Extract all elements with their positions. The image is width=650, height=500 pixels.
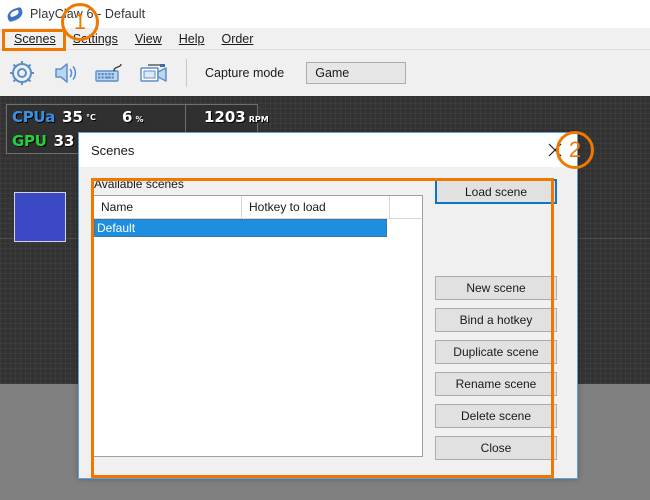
toolbar-divider: [186, 59, 187, 87]
listview-header: Name Hotkey to load: [94, 196, 422, 219]
stats-row-cpu: CPUa 35 °C 6 % 1203 RPM: [7, 105, 269, 129]
cpu-temp-value: 35: [62, 108, 83, 126]
menu-item-order[interactable]: Order: [213, 30, 262, 48]
column-header-name[interactable]: Name: [94, 196, 242, 218]
capture-mode-value: Game: [315, 66, 350, 80]
menu-item-help[interactable]: Help: [171, 30, 214, 48]
available-scenes-group: Available scenes Name Hotkey to load Def…: [93, 177, 423, 457]
cpu-temp-unit: °C: [85, 112, 96, 122]
menu-scenes-label: Scenes: [14, 31, 56, 46]
stats-divider: [185, 105, 186, 129]
column-header-filler: [390, 196, 422, 218]
menu-settings-label: Settings: [72, 31, 118, 46]
available-scenes-label: Available scenes: [94, 177, 188, 191]
bind-hotkey-button[interactable]: Bind a hotkey: [435, 308, 557, 332]
menu-item-settings[interactable]: Settings: [65, 30, 127, 48]
dialog-titlebar: Scenes: [79, 133, 577, 167]
scenes-dialog: Scenes Available scenes Name Hotkey to l…: [78, 132, 578, 479]
window-title: PlayClaw 6 - Default: [30, 7, 146, 21]
load-scene-button[interactable]: Load scene: [435, 179, 557, 204]
overlay-blue-widget[interactable]: [14, 192, 66, 242]
cpu-load-unit: %: [135, 115, 144, 124]
close-button[interactable]: Close: [435, 436, 557, 460]
toolbar: Capture mode Game: [0, 50, 650, 96]
video-camera-icon[interactable]: [132, 53, 176, 93]
app-root: PlayClaw 6 - Default Scenes Settings Vie…: [0, 0, 650, 500]
menu-order-label: Order: [221, 31, 254, 46]
new-scene-button[interactable]: New scene: [435, 276, 557, 300]
keyboard-icon[interactable]: [88, 53, 132, 93]
dialog-button-column: Load scene New scene Bind a hotkey Dupli…: [435, 179, 557, 468]
speaker-icon[interactable]: [44, 53, 88, 93]
duplicate-scene-button[interactable]: Duplicate scene: [435, 340, 557, 364]
window-titlebar: PlayClaw 6 - Default: [0, 0, 650, 28]
cpu-load-group: 6 %: [115, 108, 143, 126]
capture-mode-select[interactable]: Game: [306, 62, 407, 84]
table-row[interactable]: Default: [94, 219, 387, 237]
cpu-label: CPUa: [12, 108, 56, 126]
column-header-hotkey[interactable]: Hotkey to load: [242, 196, 390, 218]
gpu-label: GPU: [12, 132, 47, 150]
menubar: Scenes Settings View Help Order: [0, 28, 650, 50]
dialog-title: Scenes: [91, 142, 135, 158]
button-spacer: [435, 212, 557, 276]
gear-icon[interactable]: [0, 53, 44, 93]
playclaw-claw-icon: [5, 5, 25, 23]
delete-scene-button[interactable]: Delete scene: [435, 404, 557, 428]
scenes-listview[interactable]: Name Hotkey to load Default: [93, 195, 423, 457]
menu-view-label: View: [134, 31, 162, 46]
dialog-body: Available scenes Name Hotkey to load Def…: [79, 167, 577, 478]
fan-rpm-value: 1203: [204, 108, 246, 126]
close-x-icon[interactable]: [535, 135, 575, 165]
cpu-load-value: 6: [122, 108, 133, 126]
capture-mode-label: Capture mode: [205, 66, 285, 80]
scene-name-cell: Default: [97, 221, 136, 235]
fan-rpm-group: 1203 RPM: [197, 108, 269, 126]
menu-item-scenes[interactable]: Scenes: [6, 30, 65, 48]
fan-rpm-unit: RPM: [248, 115, 269, 124]
menu-help-label: Help: [178, 31, 205, 46]
gpu-temp-value: 33: [53, 132, 75, 150]
menu-item-view[interactable]: View: [127, 30, 171, 48]
rename-scene-button[interactable]: Rename scene: [435, 372, 557, 396]
